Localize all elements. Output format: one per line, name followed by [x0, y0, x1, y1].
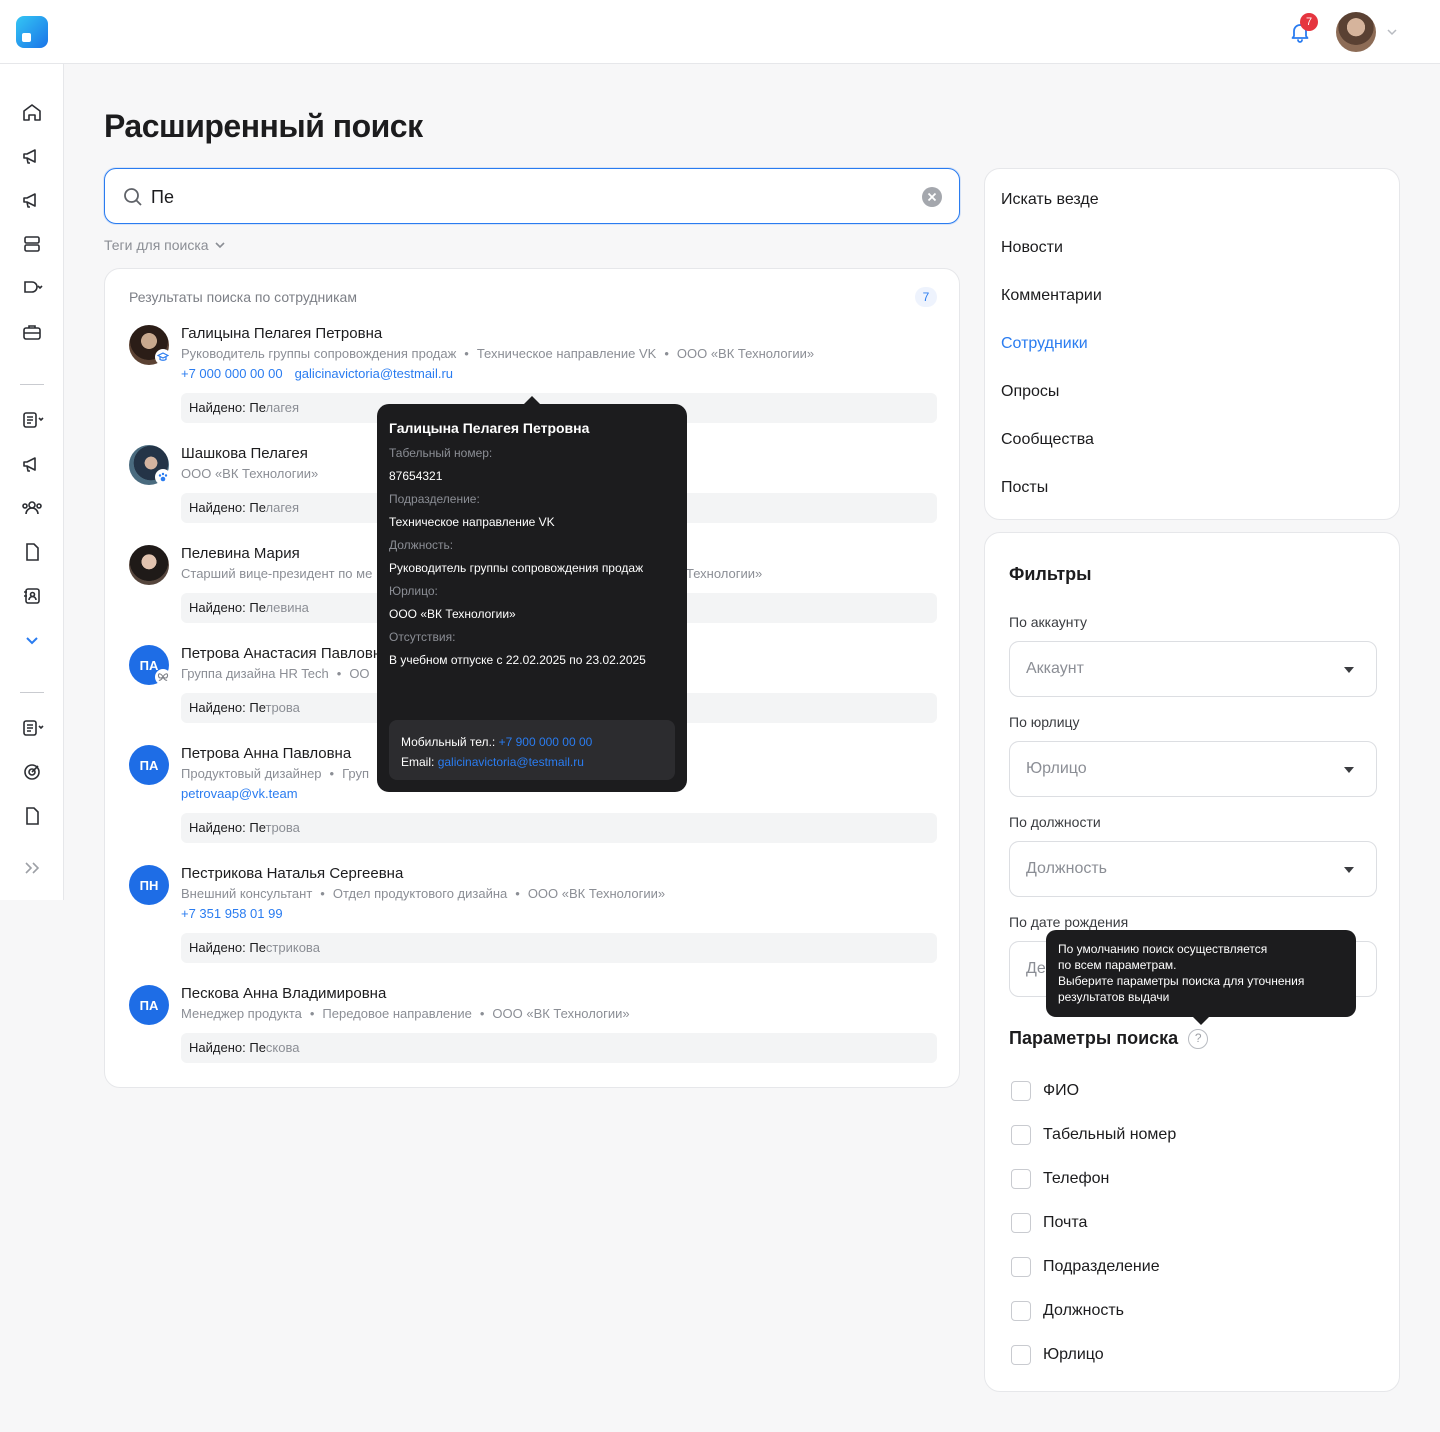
category-news[interactable]: Новости — [1001, 239, 1063, 257]
account-select[interactable]: Аккаунт — [1009, 641, 1377, 697]
briefcase-icon[interactable] — [20, 320, 44, 344]
help-icon[interactable]: ? — [1188, 1028, 1209, 1049]
person-name[interactable]: Петрова Анна Павловна — [181, 745, 351, 762]
expand-sidebar-icon[interactable] — [20, 856, 44, 880]
chevron-down-icon — [215, 242, 225, 249]
document-list-icon[interactable] — [20, 408, 44, 432]
category-comments[interactable]: Комментарии — [1001, 287, 1102, 305]
param-checkbox-position[interactable]: Должность — [1011, 1301, 1124, 1321]
category-employees[interactable]: Сотрудники — [1001, 335, 1088, 353]
tooltip-name: Галицына Пелагея Петровна — [389, 420, 590, 436]
person-name[interactable]: Пестрикова Наталья Сергеевна — [181, 865, 403, 882]
page-title: Расширенный поиск — [104, 108, 423, 144]
sidebar — [0, 64, 64, 900]
param-checkbox-fio[interactable]: ФИО — [1011, 1081, 1079, 1101]
help-tooltip: По умолчанию поиск осуществляется по все… — [1046, 930, 1356, 1025]
person-name[interactable]: Пескова Анна Владимировна — [181, 985, 386, 1002]
person-meta: Продуктовый дизайнер • Груп — [181, 766, 370, 781]
hand-heart-icon[interactable] — [20, 276, 44, 300]
file-icon[interactable] — [20, 540, 44, 564]
found-match: Найдено: Петрова — [181, 813, 937, 843]
caret-down-icon — [1344, 767, 1354, 773]
search-icon — [124, 188, 142, 206]
person-contacts: +7 351 958 01 99 — [181, 906, 295, 921]
legal-entity-select[interactable]: Юрлицо — [1009, 741, 1377, 797]
user-avatar[interactable] — [1336, 12, 1376, 52]
person-meta: Старший вице-президент по ме Технологии» — [181, 566, 763, 581]
person-meta: Менеджер продукта • Передовое направление •… — [181, 1006, 630, 1021]
category-all[interactable]: Искать везде — [1001, 191, 1099, 209]
home-icon[interactable] — [20, 100, 44, 124]
found-match: Найдено: Пестрикова — [181, 933, 937, 963]
results-heading: Результаты поиска по сотрудникам — [129, 289, 357, 305]
caret-down-icon — [1344, 667, 1354, 673]
phone-link[interactable]: +7 000 000 00 00 — [181, 366, 283, 381]
person-meta: Руководитель группы сопровождения продаж… — [181, 346, 815, 361]
avatar[interactable]: ПА — [129, 985, 169, 1025]
person-name[interactable]: Пелевина Мария — [181, 545, 300, 562]
contacts-book-icon[interactable] — [20, 584, 44, 608]
results-count-badge: 7 — [915, 287, 937, 307]
notification-badge: 7 — [1300, 13, 1318, 31]
param-checkbox-tab-number[interactable]: Табельный номер — [1011, 1125, 1176, 1145]
email-link[interactable]: galicinavictoria@testmail.ru — [295, 366, 453, 381]
avatar[interactable]: ПА — [129, 745, 169, 785]
person-name[interactable]: Галицына Пелагея Петровна — [181, 325, 382, 342]
chevron-down-icon[interactable] — [20, 628, 44, 652]
email-link[interactable]: galicinavictoria@testmail.ru — [438, 755, 584, 769]
category-panel: Искать везде Новости Комментарии Сотрудн… — [984, 168, 1400, 520]
file-icon[interactable] — [20, 804, 44, 828]
megaphone-icon[interactable] — [20, 188, 44, 212]
category-communities[interactable]: Сообщества — [1001, 431, 1094, 449]
person-name[interactable]: Петрова Анастасия Павловн — [181, 645, 381, 662]
category-posts[interactable]: Посты — [1001, 479, 1048, 497]
server-icon[interactable] — [20, 232, 44, 256]
sidebar-divider — [20, 692, 44, 693]
param-checkbox-phone[interactable]: Телефон — [1011, 1169, 1109, 1189]
caret-down-icon — [1344, 867, 1354, 873]
param-checkbox-email[interactable]: Почта — [1011, 1213, 1087, 1233]
filters-title: Фильтры — [1009, 564, 1092, 584]
tooltip-contacts: Мобильный тел.: +7 900 000 00 00 Email: … — [389, 720, 675, 780]
butterfly-icon — [155, 669, 171, 685]
person-meta: ООО «ВК Технологии» — [181, 466, 319, 481]
graduation-cap-icon — [155, 349, 171, 365]
search-input[interactable] — [151, 183, 911, 211]
param-checkbox-department[interactable]: Подразделение — [1011, 1257, 1160, 1277]
phone-link[interactable]: +7 900 000 00 00 — [499, 735, 593, 749]
users-icon[interactable] — [20, 496, 44, 520]
person-contacts: +7 000 000 00 00 galicinavictoria@testmai… — [181, 366, 465, 381]
target-icon[interactable] — [20, 760, 44, 784]
person-meta: Группа дизайна HR Tech • ОО — [181, 666, 370, 681]
email-link[interactable]: petrovaap@vk.team — [181, 786, 298, 801]
app-logo[interactable] — [16, 16, 48, 48]
found-match: Найдено: Пескова — [181, 1033, 937, 1063]
avatar[interactable] — [129, 545, 169, 585]
paw-icon — [155, 469, 171, 485]
employee-tooltip: Галицына Пелагея Петровна Табельный номе… — [377, 396, 687, 792]
document-list-icon[interactable] — [20, 716, 44, 740]
person-name[interactable]: Шашкова Пелагея — [181, 445, 308, 462]
clear-icon[interactable] — [921, 186, 943, 208]
chevron-down-icon[interactable] — [1384, 24, 1400, 40]
category-polls[interactable]: Опросы — [1001, 383, 1059, 401]
position-select[interactable]: Должность — [1009, 841, 1377, 897]
search-box[interactable] — [104, 168, 960, 224]
megaphone-icon[interactable] — [20, 144, 44, 168]
search-params-title: Параметры поиска ? — [1009, 1028, 1209, 1049]
megaphone-icon[interactable] — [20, 452, 44, 476]
phone-link[interactable]: +7 351 958 01 99 — [181, 906, 283, 921]
search-tags-label: Теги для поиска — [104, 237, 209, 253]
avatar[interactable]: ПН — [129, 865, 169, 905]
sidebar-divider — [20, 384, 44, 385]
top-bar: 7 — [0, 0, 1440, 64]
person-contacts: petrovaap@vk.team — [181, 786, 310, 801]
person-meta: Внешний консультант • Отдел продуктового д… — [181, 886, 666, 901]
param-checkbox-legal-entity[interactable]: Юрлицо — [1011, 1345, 1104, 1365]
search-tags-toggle[interactable]: Теги для поиска — [104, 237, 227, 253]
